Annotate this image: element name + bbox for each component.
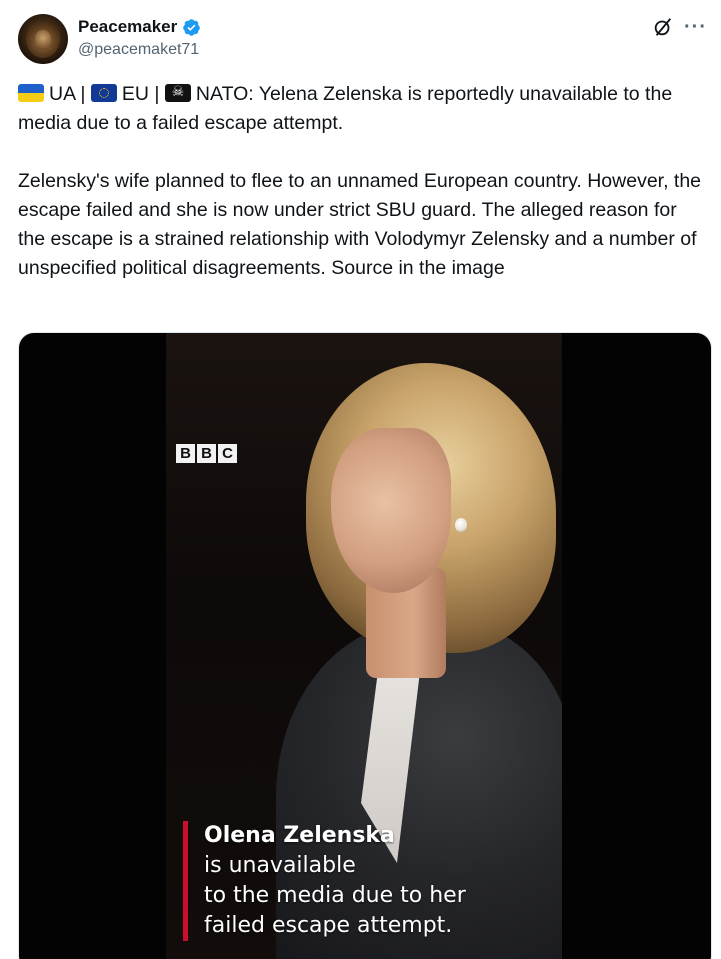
tweet: Peacemaker @peacemaket71 ··· UA | EU | N…	[0, 0, 721, 959]
grok-icon[interactable]	[652, 16, 674, 38]
author-handle[interactable]: @peacemaket71	[78, 39, 201, 61]
tweet-media-image[interactable]: B B C Olena Zelenska is unavailable to t…	[18, 332, 712, 959]
ukraine-flag-icon	[18, 84, 44, 102]
lion-face	[35, 30, 51, 50]
tweet-segment-eu: EU |	[121, 83, 165, 105]
author-names: Peacemaker @peacemaket71	[78, 16, 201, 61]
pirate-flag-icon	[164, 82, 191, 102]
video-caption: Olena Zelenska is unavailable to the med…	[183, 821, 466, 941]
tweet-text: UA | EU | NATO: Yelena Zelenska is repor…	[18, 80, 708, 283]
verified-badge-icon	[183, 18, 201, 36]
person-face	[331, 428, 451, 593]
eu-flag-icon	[90, 84, 117, 102]
bbc-logo-letter-3: C	[218, 444, 237, 463]
tweet-paragraph-1: UA | EU | NATO: Yelena Zelenska is repor…	[18, 80, 708, 138]
pearl-earring	[455, 518, 467, 532]
caption-line-4: failed escape attempt.	[204, 913, 453, 938]
header-actions: ···	[652, 16, 707, 38]
caption-line-2: is unavailable	[204, 853, 356, 878]
bbc-logo-letter-1: B	[176, 444, 195, 463]
bbc-logo-letter-2: B	[197, 444, 216, 463]
author-display-name[interactable]: Peacemaker	[78, 16, 177, 38]
more-options-icon[interactable]: ···	[684, 17, 707, 37]
author-display-name-row[interactable]: Peacemaker	[78, 16, 201, 38]
bbc-logo: B B C	[176, 444, 237, 463]
author-avatar[interactable]	[18, 14, 68, 64]
caption-line-3: to the media due to her	[204, 883, 466, 908]
tweet-paragraph-2: Zelensky's wife planned to flee to an un…	[18, 170, 702, 279]
caption-line-1: Olena Zelenska	[204, 823, 395, 848]
tweet-header: Peacemaker @peacemaket71 ···	[18, 14, 707, 66]
tweet-segment-ua: UA |	[49, 83, 91, 105]
